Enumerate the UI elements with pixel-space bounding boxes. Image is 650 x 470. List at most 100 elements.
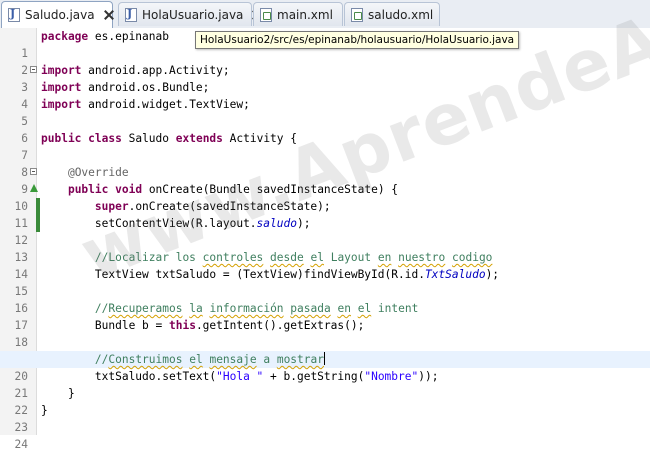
code-text: }	[67, 387, 75, 400]
keyword: this	[168, 319, 196, 332]
comment-text: //Localizar los	[94, 251, 203, 264]
code-text: Saludo	[121, 132, 176, 145]
java-file-icon	[125, 7, 137, 22]
field-reference: saludo	[256, 217, 297, 230]
tab-label: HolaUsuario.java	[142, 7, 244, 22]
fold-toggle-icon[interactable]	[30, 168, 37, 175]
code-line-current[interactable]: 20 //Construimos el mensaje a mostrar	[0, 351, 650, 383]
xml-file-icon	[351, 7, 363, 22]
keyword: import	[41, 64, 82, 77]
change-ribbon	[36, 198, 40, 215]
code-line[interactable]: 3 import android.app.Activity;	[0, 62, 650, 94]
code-line[interactable]: 11 super.onCreate(savedInstanceState);	[0, 198, 650, 230]
code-line[interactable]: 10 public void onCreate(Bundle savedInst…	[0, 181, 650, 213]
java-file-icon	[8, 7, 20, 22]
path-tooltip: HolaUsuario2/src/es/epinanab/holausuario…	[195, 31, 520, 49]
code-line[interactable]: 17 //Recuperamos la información pasada e…	[0, 300, 650, 332]
keyword: public	[41, 132, 82, 145]
comment-text	[351, 302, 358, 315]
text-caret	[323, 352, 325, 365]
keyword: public	[67, 183, 109, 196]
code-line[interactable]: 8	[0, 147, 650, 179]
code-text: .getIntent().getExtras();	[195, 319, 365, 332]
code-line[interactable]: 15 TextView txtSaludo = (TextView)findVi…	[0, 266, 650, 298]
spelling-warning: Recuperamos	[108, 302, 183, 315]
code-line[interactable]: 14 //Localizar los controles desde el La…	[0, 249, 650, 281]
code-line[interactable]: 23 }	[0, 402, 650, 434]
string-literal: "Nombre"	[364, 370, 419, 383]
spelling-warning: mostrar	[276, 353, 324, 366]
comment-text	[445, 251, 452, 264]
keyword: import	[41, 98, 82, 111]
close-icon[interactable]	[103, 9, 115, 21]
tab-label: main.xml	[277, 7, 333, 22]
code-text: es.epinanab	[88, 30, 169, 43]
comment-text: //	[94, 302, 109, 315]
spelling-warning: controles	[202, 251, 264, 264]
code-line[interactable]: 12 setContentView(R.layout.saludo);	[0, 215, 650, 247]
code-line[interactable]: 9 @Override	[0, 164, 650, 196]
comment-text: //	[94, 353, 109, 366]
code-line[interactable]: 21 txtSaludo.setText("Hola " + b.getStri…	[0, 368, 650, 400]
code-text: );	[485, 268, 500, 281]
fold-toggle-icon[interactable]	[30, 66, 37, 73]
spelling-warning: el	[189, 353, 203, 366]
comment-text: Layout	[323, 251, 378, 264]
comment-text: a	[256, 353, 277, 366]
spelling-warning: en	[337, 302, 351, 315]
field-reference: TxtSaludo	[424, 268, 486, 281]
keyword: package	[41, 30, 89, 43]
code-text: TextView txtSaludo = (TextView)findViewB…	[94, 268, 425, 281]
keyword: super	[94, 200, 129, 213]
code-line[interactable]: 19	[0, 334, 650, 366]
tab-saludo-java[interactable]: Saludo.java	[1, 1, 113, 28]
keyword: class	[88, 132, 122, 145]
line-number: 24	[14, 438, 28, 451]
tab-saludo-xml[interactable]: saludo.xml	[344, 2, 440, 26]
tab-main-xml[interactable]: main.xml	[253, 2, 343, 26]
code-text: android.app.Activity;	[81, 64, 230, 77]
spelling-warning: mensaje	[209, 353, 257, 366]
code-line[interactable]: 18 Bundle b = this.getIntent().getExtras…	[0, 317, 650, 349]
code-line[interactable]: 5 import android.widget.TextView;	[0, 96, 650, 128]
override-marker-icon[interactable]	[30, 184, 38, 192]
code-line[interactable]: 24	[0, 419, 650, 451]
keyword: void	[115, 183, 143, 196]
code-line[interactable]: 22 }	[0, 385, 650, 417]
code-text: + b.getString(	[263, 370, 365, 383]
code-text: Activity {	[222, 132, 297, 145]
spelling-warning: Construimos	[108, 353, 183, 366]
spelling-warning: el	[357, 302, 372, 315]
code-line[interactable]: 16	[0, 283, 650, 315]
code-line[interactable]: 4 import android.os.Bundle;	[0, 79, 650, 111]
xml-file-icon	[260, 7, 272, 22]
spelling-warning: el	[310, 251, 324, 264]
comment-text: intent	[371, 302, 419, 315]
spelling-warning: desde	[270, 251, 304, 264]
code-line[interactable]: 13	[0, 232, 650, 264]
code-editor[interactable]: 1 package es.epinanab 2 3 import android…	[0, 28, 650, 451]
spelling-warning: codigo	[452, 251, 493, 264]
spelling-warning: nuestro	[398, 251, 446, 264]
spelling-warning: en	[377, 251, 392, 264]
spelling-warning: información	[209, 302, 284, 315]
code-text: .onCreate(savedInstanceState);	[128, 200, 331, 213]
string-literal: "Hola "	[216, 370, 264, 383]
spelling-warning: pasada	[290, 302, 331, 315]
code-text: onCreate(Bundle savedInstanceState) {	[142, 183, 399, 196]
keyword: extends	[175, 132, 223, 145]
code-line[interactable]: 6	[0, 113, 650, 145]
code-text: Bundle b =	[94, 319, 169, 332]
editor-tab-bar: Saludo.java HolaUsuario.java main.xml sa…	[0, 0, 650, 29]
keyword: import	[41, 81, 82, 94]
code-line[interactable]: 7 public class Saludo extends Activity {	[0, 130, 650, 162]
code-text: txtSaludo.setText(	[94, 370, 217, 383]
code-text: );	[296, 217, 311, 230]
annotation: @Override	[67, 166, 129, 179]
tab-holausuario-java[interactable]: HolaUsuario.java	[118, 2, 252, 26]
tab-label: Saludo.java	[25, 8, 95, 22]
code-text: }	[41, 404, 48, 417]
tab-label: saludo.xml	[368, 7, 434, 22]
spelling-warning: la	[189, 302, 203, 315]
change-ribbon	[36, 215, 40, 232]
